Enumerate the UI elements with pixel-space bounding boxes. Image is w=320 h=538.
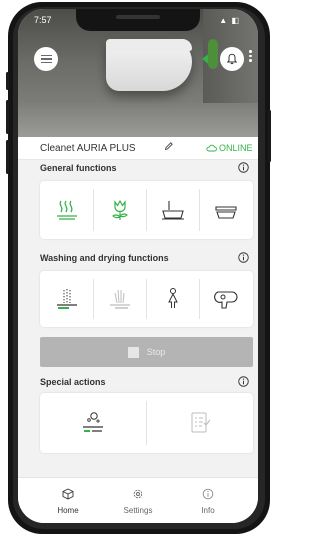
special-actions-title: Special actions (40, 377, 106, 387)
rear-wash-icon (56, 289, 77, 309)
nav-info-label: Info (201, 506, 215, 515)
menu-button[interactable] (34, 47, 58, 71)
nav-home[interactable]: Home (33, 488, 103, 515)
online-status: ONLINE (206, 143, 253, 153)
flower-scent-icon (111, 199, 128, 220)
rear-wash-button[interactable] (40, 271, 93, 327)
lid-open-button[interactable] (146, 181, 199, 239)
volume-down-button (6, 140, 9, 174)
volume-up-button (6, 100, 9, 134)
checklist-button[interactable] (146, 393, 253, 453)
nav-info[interactable]: Info (173, 488, 243, 515)
lady-wash-icon (109, 289, 130, 309)
notifications-button[interactable] (220, 47, 244, 71)
general-functions-card (40, 181, 253, 239)
device-name: Cleanet AURIA PLUS (40, 143, 136, 154)
special-actions-card (40, 393, 253, 453)
phone-notch (76, 9, 200, 31)
stop-button[interactable]: Stop (40, 337, 253, 367)
scent-button[interactable] (93, 181, 146, 239)
info-icon[interactable] (238, 162, 249, 173)
lid-closed-button[interactable] (199, 181, 253, 239)
bottom-navigation: Home Settings Info (18, 477, 258, 523)
heated-seat-icon (56, 200, 77, 220)
checklist-icon (191, 412, 210, 433)
dryer-icon (214, 291, 238, 309)
washing-functions-title: Washing and drying functions (40, 253, 169, 263)
device-row: Cleanet AURIA PLUS ONLINE (18, 137, 258, 160)
info-icon[interactable] (238, 376, 249, 387)
vertical-dots-icon[interactable] (249, 50, 252, 62)
edit-pencil-icon[interactable] (164, 141, 174, 151)
nav-home-label: Home (57, 506, 79, 515)
user-button[interactable] (146, 271, 199, 327)
status-indicators: ▲ ◧ (219, 16, 240, 25)
heated-seat-button[interactable] (40, 181, 93, 239)
lid-open-icon (161, 201, 184, 220)
info-icon (202, 488, 214, 500)
descaling-button[interactable] (40, 393, 146, 453)
online-label: ONLINE (219, 143, 253, 153)
descaling-icon (83, 412, 103, 432)
gear-icon (133, 489, 143, 499)
bell-icon (226, 53, 238, 65)
status-time: 7:57 (34, 15, 52, 25)
washing-functions-card (40, 271, 253, 327)
lady-wash-button[interactable] (93, 271, 146, 327)
user-person-icon (167, 288, 178, 308)
stop-square-icon (127, 346, 139, 358)
hamburger-menu-icon (40, 54, 52, 57)
nav-settings[interactable]: Settings (103, 488, 173, 515)
info-icon[interactable] (238, 252, 249, 263)
cloud-icon (206, 144, 217, 152)
dryer-button[interactable] (199, 271, 253, 327)
mute-switch (6, 72, 9, 90)
power-button (268, 110, 271, 162)
cube-home-icon (62, 488, 74, 500)
app-screen: 7:57 ▲ ◧ Cleanet AURIA PLUS ONLINE Gener… (18, 9, 258, 523)
lid-closed-icon (215, 206, 237, 219)
stop-label: Stop (146, 347, 166, 357)
nav-settings-label: Settings (123, 506, 153, 515)
general-functions-title: General functions (40, 163, 117, 173)
